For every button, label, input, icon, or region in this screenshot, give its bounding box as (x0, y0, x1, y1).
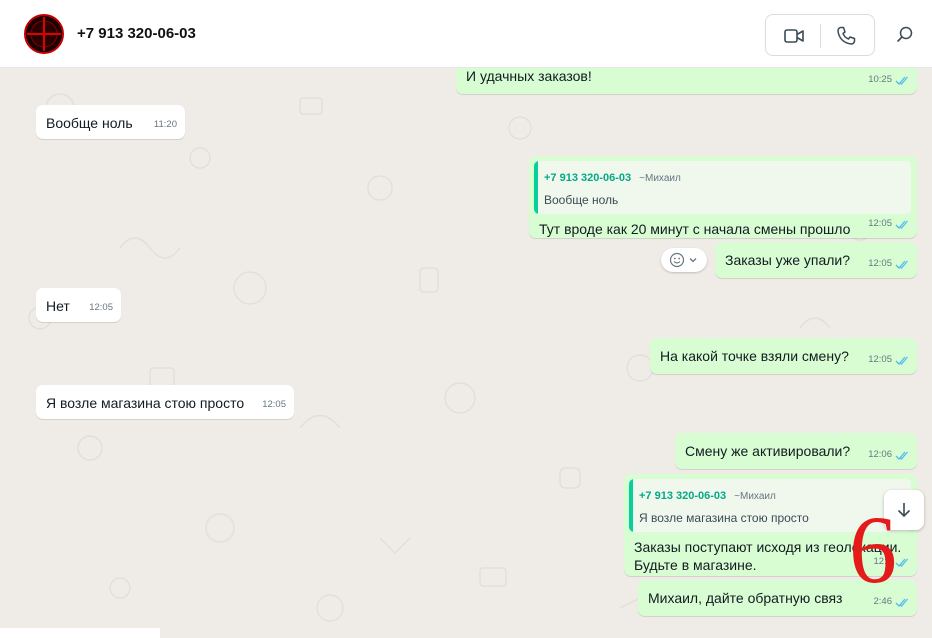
time-label: 12:05 (868, 258, 892, 269)
message-text: Заказы поступают исходя из геолокации. Б… (634, 539, 902, 573)
chat-header: +7 913 320-06-03 (0, 0, 932, 68)
quote-alias: ~Михаил (639, 173, 681, 184)
message-outgoing[interactable]: И удачных заказов! 10:25 (456, 68, 917, 94)
search-icon[interactable] (894, 24, 916, 46)
message-outgoing[interactable]: На какой точке взяли смену? 12:05 (650, 338, 917, 374)
message-text: Тут вроде как 20 минут с начала смены пр… (539, 221, 851, 237)
quote-text: Я возле магазина стою просто (639, 511, 809, 525)
quote-text: Вообще ноль (544, 193, 619, 207)
video-camera-icon[interactable] (782, 24, 806, 48)
double-check-icon (895, 220, 908, 229)
message-outgoing-reply[interactable]: +7 913 320-06-03 ~Михаил Я возле магазина… (624, 474, 917, 576)
double-check-icon (895, 558, 908, 567)
message-text: Я возле магазина стою просто (46, 395, 245, 411)
message-outgoing[interactable]: Заказы уже упали? 12:05 (715, 242, 917, 278)
message-time: 12:05 (262, 399, 286, 410)
quote-sender: +7 913 320-06-03 (544, 172, 632, 184)
message-time: 12:05 (89, 302, 113, 313)
divider (820, 24, 821, 48)
scroll-to-bottom-button[interactable] (884, 490, 924, 530)
message-outgoing[interactable]: Смену же активировали? 12:06 (675, 433, 917, 469)
message-incoming[interactable]: Я возле магазина стою просто 12:05 (36, 385, 294, 419)
double-check-icon (895, 451, 908, 460)
message-time: 12:06 (868, 446, 909, 464)
call-buttons-group (765, 14, 875, 56)
chat-area[interactable]: И удачных заказов! 10:25 Вообще ноль 11:… (0, 68, 932, 638)
message-time: 12:05 (868, 215, 909, 233)
double-check-icon (895, 598, 908, 607)
message-time: 2:46 (874, 593, 910, 611)
message-time: 12:05 (868, 351, 909, 369)
time-label: 10:25 (868, 74, 892, 85)
quoted-message[interactable]: +7 913 320-06-03 ~Михаил Вообще ноль (534, 161, 911, 214)
bottom-strip (0, 628, 160, 638)
time-label: 12:05 (868, 354, 892, 365)
time-label: 12:4 (873, 556, 893, 567)
reaction-button[interactable] (661, 248, 707, 272)
message-time: 10:25 (868, 71, 909, 89)
double-check-icon (895, 260, 908, 269)
message-incoming[interactable]: Вообще ноль 11:20 (36, 105, 185, 139)
quoted-message[interactable]: +7 913 320-06-03 ~Михаил Я возле магазина… (629, 479, 911, 532)
message-outgoing[interactable]: Михаил, дайте обратную связ 2:46 (638, 580, 917, 616)
time-label: 2:46 (873, 596, 893, 607)
message-time: 11:20 (153, 119, 177, 130)
quote-sender: +7 913 320-06-03 (639, 490, 727, 502)
time-label: 12:05 (868, 218, 892, 229)
quote-alias: ~Михаил (734, 491, 776, 502)
quote-accent-bar (629, 479, 633, 532)
avatar[interactable] (24, 14, 64, 54)
time-label: 12:06 (868, 449, 892, 460)
message-time: 12:05 (868, 255, 909, 273)
message-text: Михаил, дайте обратную связ (648, 590, 843, 606)
message-time: 12:4 (874, 553, 910, 571)
phone-icon[interactable] (834, 24, 858, 48)
double-check-icon (895, 76, 908, 85)
contact-name[interactable]: +7 913 320-06-03 (77, 25, 196, 42)
message-incoming[interactable]: Нет 12:05 (36, 288, 121, 322)
emoji-icon (669, 252, 685, 268)
double-check-icon (895, 356, 908, 365)
quote-accent-bar (534, 161, 538, 214)
arrow-down-icon (897, 503, 911, 518)
message-outgoing-reply[interactable]: +7 913 320-06-03 ~Михаил Вообще ноль Тут … (529, 156, 917, 238)
message-text: И удачных заказов! (466, 68, 592, 84)
chevron-down-icon (689, 258, 697, 263)
